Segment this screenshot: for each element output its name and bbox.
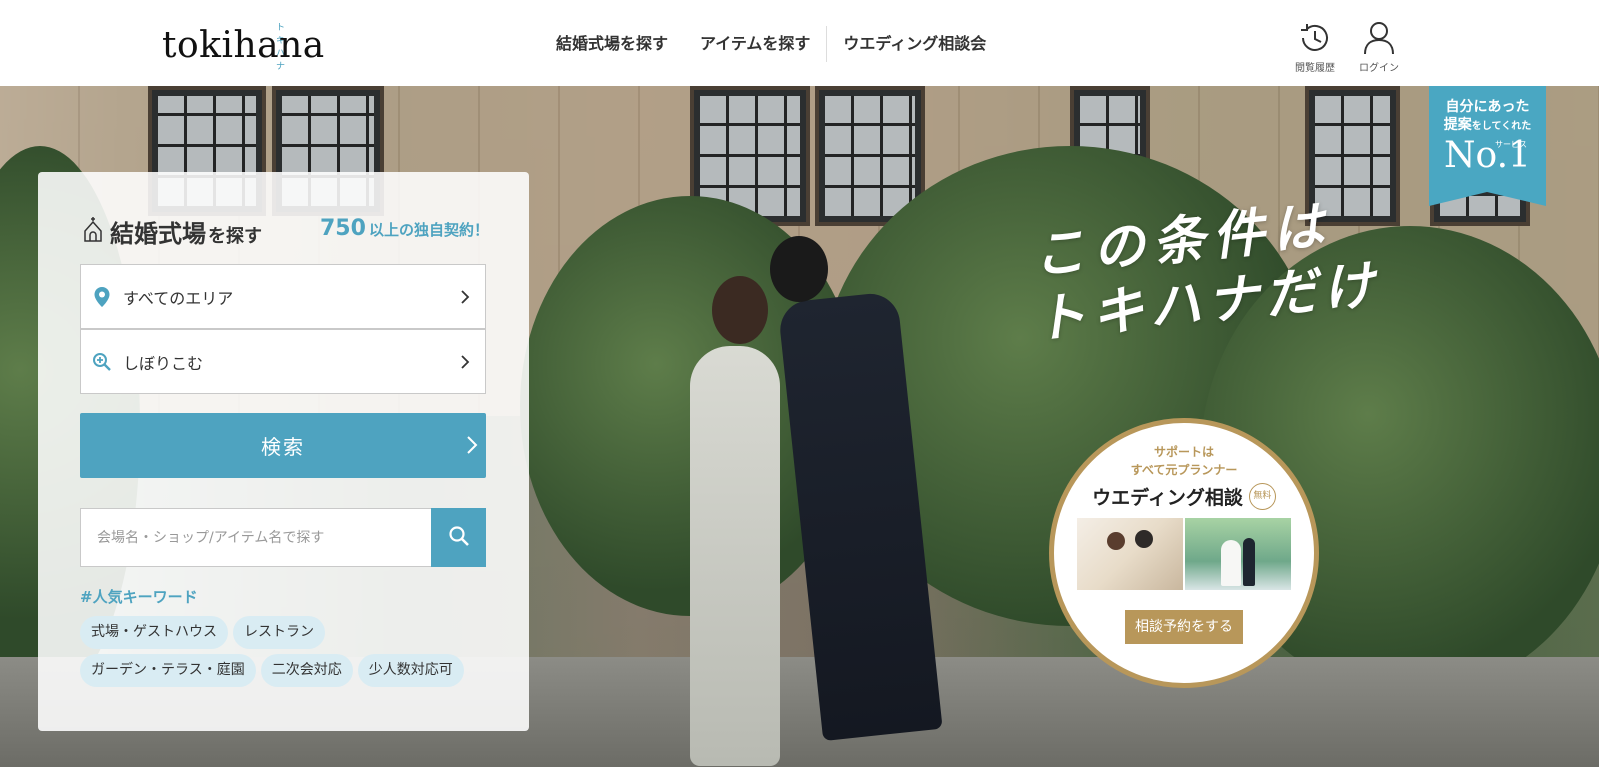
consult-photo-couple [1077, 518, 1183, 590]
popular-keywords: 式場・ゲストハウス レストラン ガーデン・テラス・庭園 二次会対応 少人数対応可 [80, 616, 500, 687]
badge-number: No.1 [1444, 135, 1531, 176]
area-select[interactable]: すべてのエリア [80, 264, 486, 329]
keyword-tag[interactable]: 二次会対応 [260, 654, 353, 687]
chevron-right-icon [466, 435, 478, 459]
search-button-label: 検索 [261, 435, 305, 459]
map-pin-icon [81, 286, 123, 308]
hero-bride [690, 346, 780, 766]
keyword-tag[interactable]: 少人数対応可 [357, 654, 464, 687]
area-select-label: すべてのエリア [123, 288, 234, 308]
consult-title-row: ウエディング相談 無料 [1054, 483, 1314, 510]
chapel-icon [82, 216, 104, 246]
contract-count-number: 750 [320, 216, 366, 241]
panel-title-main: 結婚式場 [110, 220, 206, 248]
consult-line-2: すべて元プランナー [1130, 463, 1238, 477]
wedding-consult-banner[interactable]: サポートは すべて元プランナー ウエディング相談 無料 相談予約をする [1049, 418, 1319, 688]
chevron-right-icon [445, 289, 485, 305]
panel-title-suffix: を探す [208, 226, 262, 247]
hero-groom-head [770, 236, 828, 302]
hero-bride-head [712, 276, 768, 344]
zoom-plus-icon [81, 352, 123, 372]
keyword-tag[interactable]: 式場・ゲストハウス [80, 616, 228, 649]
consult-reserve-button[interactable]: 相談予約をする [1125, 610, 1243, 644]
site-header: トキハナ tokihana 結婚式場を探す アイテムを探す ウエディング相談会 … [0, 0, 1599, 86]
logo-text: tokihana [162, 25, 325, 66]
keyword-search-input[interactable] [80, 508, 431, 567]
keyword-search-button[interactable] [431, 508, 486, 567]
login-label: ログイン [1359, 63, 1399, 74]
consult-title: ウエディング相談 [1092, 487, 1243, 509]
nav-find-venue[interactable]: 結婚式場を探す [540, 30, 684, 58]
global-nav: 結婚式場を探す アイテムを探す ウエディング相談会 [540, 26, 1002, 62]
login-link[interactable]: ログイン [1349, 20, 1409, 74]
search-panel: 結婚式場 を探す 750 以上の独自契約！ すべてのエリア しぼりこむ 検索 会… [38, 172, 529, 731]
free-badge: 無料 [1248, 483, 1276, 510]
chevron-right-icon [445, 354, 485, 370]
search-icon [448, 525, 470, 551]
nav-wedding-consult[interactable]: ウエディング相談会 [827, 30, 1002, 58]
keyword-tag[interactable]: ガーデン・テラス・庭園 [80, 654, 256, 687]
clock-history-icon [1285, 20, 1345, 56]
history-link[interactable]: 閲覧履歴 [1285, 20, 1345, 74]
nav-find-items[interactable]: アイテムを探す [684, 30, 826, 58]
badge-line-2: 提案をしてくれた [1443, 117, 1532, 133]
contract-count-text: 以上の独自契約！ [368, 221, 489, 239]
consult-photos [1054, 518, 1314, 590]
contract-count: 750 以上の独自契約！ [320, 216, 489, 241]
keyword-tag[interactable]: レストラン [233, 616, 325, 649]
consult-photo-ceremony [1185, 518, 1291, 590]
no1-badge: 自分にあった 提案をしてくれた サービス No.1 [1429, 86, 1546, 206]
filter-select[interactable]: しぼりこむ [80, 329, 486, 394]
badge-line-1: 自分にあった [1445, 99, 1530, 115]
search-button[interactable]: 検索 [80, 413, 486, 478]
popular-keywords-title: #人気キーワード [80, 588, 198, 606]
filter-select-label: しぼりこむ [123, 353, 204, 373]
consult-line-1: サポートは [1153, 445, 1214, 459]
history-label: 閲覧履歴 [1295, 63, 1335, 74]
panel-title: 結婚式場 を探す [82, 214, 262, 249]
user-icon [1349, 20, 1409, 56]
